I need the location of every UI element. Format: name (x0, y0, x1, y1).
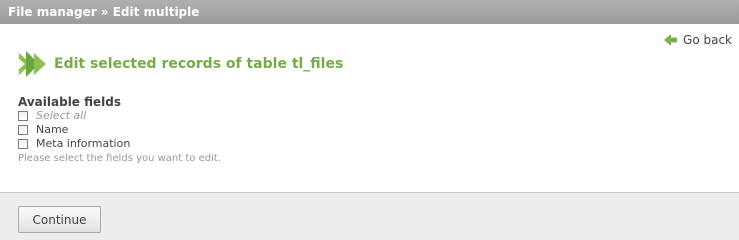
page-title-row: Edit selected records of table tl_files (18, 50, 343, 78)
available-fields-legend: Available fields (18, 95, 122, 109)
go-back-link[interactable]: Go back (664, 32, 732, 48)
breadcrumb: File manager » Edit multiple (8, 5, 200, 19)
field-selection-tip: Please select the fields you want to edi… (18, 153, 221, 164)
meta-information-checkbox[interactable] (18, 139, 28, 149)
page-header: File manager » Edit multiple (0, 0, 739, 24)
select-all-label: Select all (36, 109, 87, 122)
double-chevron-icon (19, 51, 46, 77)
name-label: Name (36, 123, 69, 136)
name-option[interactable]: Name (18, 123, 221, 137)
meta-information-option[interactable]: Meta information (18, 137, 221, 151)
select-all-option[interactable]: Select all (18, 109, 221, 123)
name-checkbox[interactable] (18, 125, 28, 135)
back-arrow-icon (664, 34, 678, 46)
select-all-checkbox[interactable] (18, 111, 28, 121)
continue-button[interactable]: Continue (18, 206, 101, 233)
available-fields-group: Available fields Select all Name Meta in… (18, 95, 221, 166)
go-back-label: Go back (683, 33, 732, 47)
page-title: Edit selected records of table tl_files (54, 56, 344, 72)
form-footer: Continue (0, 192, 739, 240)
meta-information-label: Meta information (36, 137, 131, 150)
